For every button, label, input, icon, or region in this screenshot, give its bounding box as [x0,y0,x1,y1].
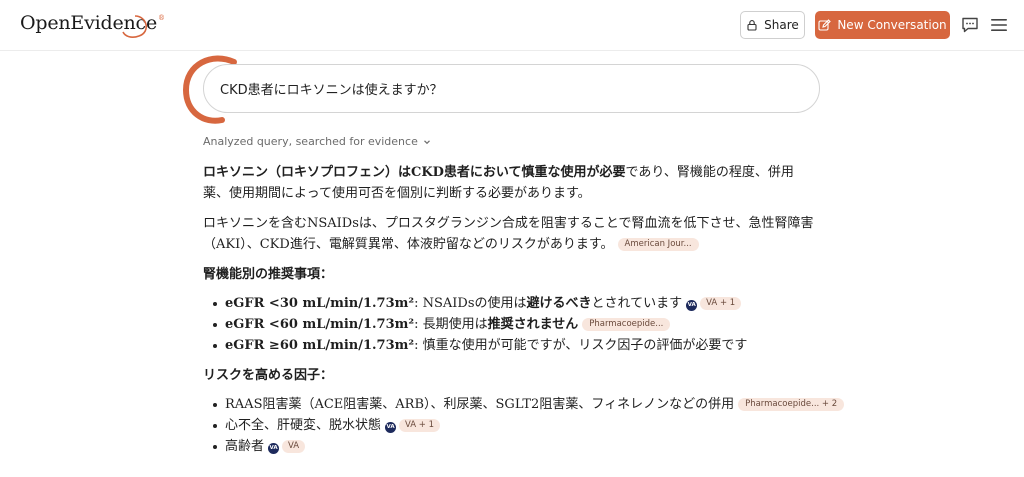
va-logo-icon: VA [268,443,280,454]
item-text: : 長期使用は [414,317,488,332]
egfr-label: eGFR <60 mL/min/1.73m² [225,317,415,332]
list-item: 心不全、肝硬変、脱水状態 VA VA + 1 [203,415,815,436]
citation-chip[interactable]: American Jour... [617,238,699,251]
logo-swoosh-icon [122,15,147,39]
item-text: : 慎重な使用が可能ですが、リスク因子の評価が必要です [414,338,748,353]
item-text: RAAS阻害薬（ACE阻害薬、ARB）、利尿薬、SGLT2阻害薬、フィネレノンな… [225,397,735,412]
citation-chip[interactable]: Pharmacoepide... [582,318,671,331]
list-item: eGFR <60 mL/min/1.73m²: 長期使用は推奨されません Phar… [203,314,815,335]
egfr-label: eGFR <30 mL/min/1.73m² [225,296,415,311]
analyzed-status-text: Analyzed query, searched for evidence [203,135,418,148]
user-query-text: CKD患者にロキソニンは使えますか？ [220,83,443,98]
chevron-down-icon [423,139,430,144]
citation-chip[interactable]: VA + 1 [700,297,742,310]
user-query-bubble: CKD患者にロキソニンは使えますか？ [203,64,820,113]
logo-registered-mark: ® [158,14,165,22]
answer-paragraph-2-text: ロキソニンを含むNSAIDsは、プロスタグランジン合成を阻害することで腎血流を低… [203,216,814,252]
new-conversation-label: New Conversation [837,18,947,32]
va-logo-icon: VA [686,300,698,311]
answer-body: ロキソニン（ロキソプロフェン）はCKD患者において慎重な使用が必要であり、腎機能… [203,162,845,466]
share-button[interactable]: Share [740,11,805,39]
analyzed-status-toggle[interactable]: Analyzed query, searched for evidence [203,135,432,148]
answer-paragraph-1: ロキソニン（ロキソプロフェン）はCKD患者において慎重な使用が必要であり、腎機能… [203,162,815,204]
share-label: Share [764,18,799,32]
citation-chip[interactable]: VA + 1 [399,419,441,432]
citation-chip[interactable]: VA [282,440,306,453]
item-text: : NSAIDsの使用は [414,296,527,311]
citation-chip[interactable]: Pharmacoepide... + 2 [738,398,845,411]
chat-bubble-icon[interactable] [961,16,979,34]
hamburger-icon[interactable] [990,17,1008,33]
answer-summary-bold: ロキソニン（ロキソプロフェン）はCKD患者において慎重な使用が必要 [203,165,626,180]
section-title-risk-factors: リスクを高める因子： [203,368,334,383]
section-title-renal-recommendations: 腎機能別の推奨事項： [203,267,334,282]
edit-icon [818,18,832,31]
item-text: 高齢者 [225,439,265,454]
list-item: eGFR <30 mL/min/1.73m²: NSAIDsの使用は避けるべきと… [203,293,815,314]
risk-factor-list: RAAS阻害薬（ACE阻害薬、ARB）、利尿薬、SGLT2阻害薬、フィネレノンな… [203,394,845,457]
list-item: 高齢者 VA VA [203,436,815,457]
item-text: とされています [591,296,683,311]
egfr-label: eGFR ≥60 mL/min/1.73m² [225,338,415,353]
list-item: eGFR ≥60 mL/min/1.73m²: 慎重な使用が可能ですが、リスク因… [203,335,815,356]
renal-recommendation-list: eGFR <30 mL/min/1.73m²: NSAIDsの使用は避けるべきと… [203,293,815,356]
top-header: OpenEvidence® Share New Conversation [0,0,1024,51]
item-emphasis: 推奨されません [487,317,579,332]
lock-share-icon [747,20,757,31]
item-text: 心不全、肝硬変、脱水状態 [225,418,382,433]
list-item: RAAS阻害薬（ACE阻害薬、ARB）、利尿薬、SGLT2阻害薬、フィネレノンな… [203,394,845,415]
new-conversation-button[interactable]: New Conversation [815,11,950,39]
answer-paragraph-2: ロキソニンを含むNSAIDsは、プロスタグランジン合成を阻害することで腎血流を低… [203,213,815,255]
va-logo-icon: VA [385,422,397,433]
item-emphasis: 避けるべき [526,296,592,311]
